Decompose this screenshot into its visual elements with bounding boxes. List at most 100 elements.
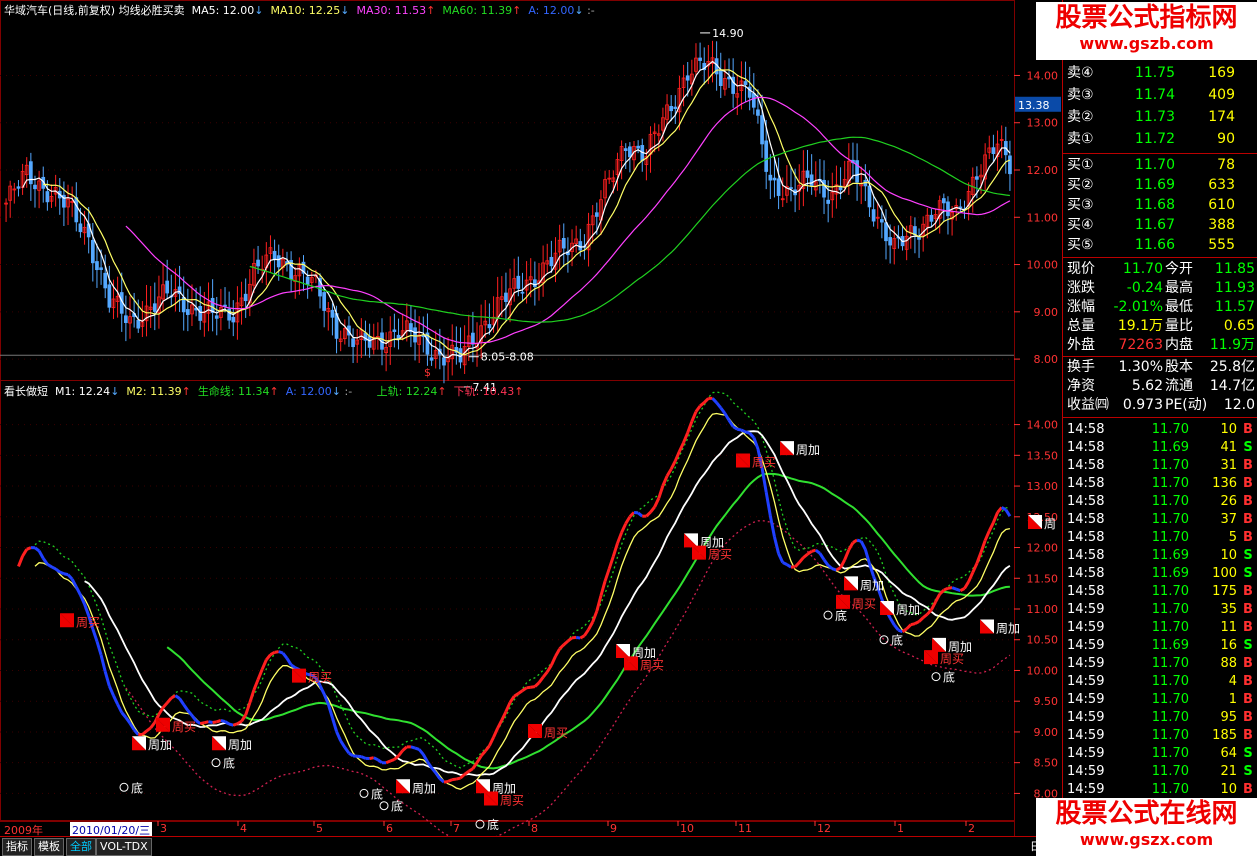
tab-indicator[interactable]: 指标: [2, 838, 32, 856]
candle-body: [185, 309, 190, 315]
sub-title: 看长做短: [4, 385, 48, 398]
m1-segment: [649, 506, 656, 514]
stats-row: 总量 19.1万 量比 0.65: [1065, 317, 1255, 335]
watermark-top: 股票公式指标网 www.gszb.com: [1036, 2, 1257, 60]
m1-segment: [330, 717, 338, 733]
tick-direction: S: [1243, 566, 1253, 581]
signal-label: 周加: [860, 578, 884, 592]
tick-price: 11.70: [1151, 728, 1189, 743]
stats-divider: [1063, 257, 1257, 258]
m1-segment: [967, 571, 975, 583]
m1-segment: [278, 650, 284, 655]
m1-segment: [562, 639, 569, 646]
m1-segment: [452, 777, 457, 782]
m1-segment: [661, 475, 669, 487]
ma30-arrow-icon: ↑: [426, 4, 436, 17]
m1-segment: [66, 573, 74, 581]
tick-price: 11.70: [1151, 512, 1189, 527]
order-volume: 174: [1208, 109, 1235, 125]
m1-segment: [856, 538, 862, 543]
order-volume: 610: [1208, 197, 1235, 213]
m1-segment: [818, 552, 826, 561]
m1-segment: [773, 536, 781, 554]
m1-segment: [719, 406, 727, 415]
order-label: 卖②: [1067, 109, 1094, 125]
tick-volume: 10: [1220, 422, 1237, 437]
tab-template[interactable]: 模板: [34, 838, 64, 856]
chart-area[interactable]: 14.00 13.00 12.00 11.00 10.00 9.00 8.00 14.00 13…: [0, 0, 1062, 838]
m1-segment: [224, 720, 230, 726]
tab-vol-tdx[interactable]: VOL-TDX: [96, 838, 152, 856]
m1-segment: [715, 401, 722, 409]
m1-segment: [484, 744, 491, 753]
candle-body: [768, 174, 773, 181]
m1-segment: [723, 412, 731, 422]
tick-direction: S: [1243, 440, 1253, 455]
order-volume: 633: [1208, 177, 1235, 193]
m1-segment: [414, 746, 420, 751]
m1-segment: [232, 722, 238, 727]
m1-segment: [537, 676, 545, 684]
candle-body: [764, 140, 769, 172]
a-value: A: 12.00: [528, 4, 575, 17]
tab-all[interactable]: 全部: [66, 838, 96, 856]
tick-price: 11.70: [1151, 458, 1189, 473]
candle-body: [107, 284, 112, 308]
m1-segment: [149, 721, 156, 729]
candle-body: [673, 106, 678, 109]
order-volume: 555: [1208, 237, 1235, 253]
m1-segment: [467, 767, 474, 773]
m1-segment: [496, 719, 504, 729]
bottom-signal-label: 底: [371, 786, 383, 801]
tick-volume: 10: [1220, 782, 1237, 797]
m1-segment: [91, 628, 99, 642]
stat-label: 净资: [1067, 378, 1095, 394]
m1-segment: [794, 561, 801, 568]
order-price: 11.69: [1134, 177, 1175, 193]
m1-segment: [360, 755, 367, 760]
m1-segment: [611, 542, 619, 557]
m1-segment: [987, 521, 995, 532]
candle-body: [487, 324, 492, 329]
watermark-top-url: www.gszb.com: [1079, 34, 1214, 53]
m1-segment: [736, 427, 742, 432]
candle-body: [442, 357, 446, 366]
m1-segment: [385, 759, 391, 765]
tick-row: 14:58 11.70 37 B: [1063, 511, 1255, 529]
signal-label: 周买: [752, 455, 776, 469]
main-ytick-label: 12.00: [1027, 164, 1059, 177]
m1-segment: [971, 562, 979, 574]
current-price-label: 13.38: [1018, 99, 1050, 112]
tick-price: 11.70: [1151, 422, 1189, 437]
m1-segment: [290, 663, 297, 669]
tick-time: 14:59: [1067, 620, 1105, 635]
chart-svg[interactable]: 14.00 13.00 12.00 11.00 10.00 9.00 8.00 14.00 13…: [0, 0, 1062, 836]
tick-time: 14:58: [1067, 476, 1105, 491]
tick-volume: 41: [1220, 440, 1237, 455]
m1-segment: [963, 580, 970, 590]
m1-segment: [863, 548, 871, 565]
order-price: 11.68: [1134, 197, 1175, 213]
m1-segment: [63, 572, 69, 577]
tick-time: 14:59: [1067, 782, 1105, 797]
m1-segment: [910, 622, 916, 627]
bottom-signal-label: 底: [223, 756, 235, 771]
candle-body: [698, 57, 702, 61]
watermark-bottom-url: www.gszx.com: [1079, 830, 1214, 849]
upper-arrow-icon: ↑: [437, 385, 447, 398]
tick-row: 14:58 11.70 26 B: [1063, 493, 1255, 511]
tick-row: 14:59 11.70 4 B: [1063, 673, 1255, 691]
m1-segment: [228, 722, 234, 727]
m1-segment: [727, 419, 735, 428]
m1-segment: [252, 678, 260, 691]
candle-body: [884, 222, 888, 242]
stat-label: 内盘: [1165, 337, 1193, 353]
m1-segment: [901, 627, 908, 633]
candle-body: [809, 174, 814, 187]
m1-segment: [645, 511, 652, 518]
tick-volume: 26: [1220, 494, 1237, 509]
signal-label: 周: [1044, 517, 1056, 531]
tick-time: 14:58: [1067, 458, 1105, 473]
candle-body: [533, 279, 537, 288]
stat-label: 最低: [1165, 299, 1193, 315]
